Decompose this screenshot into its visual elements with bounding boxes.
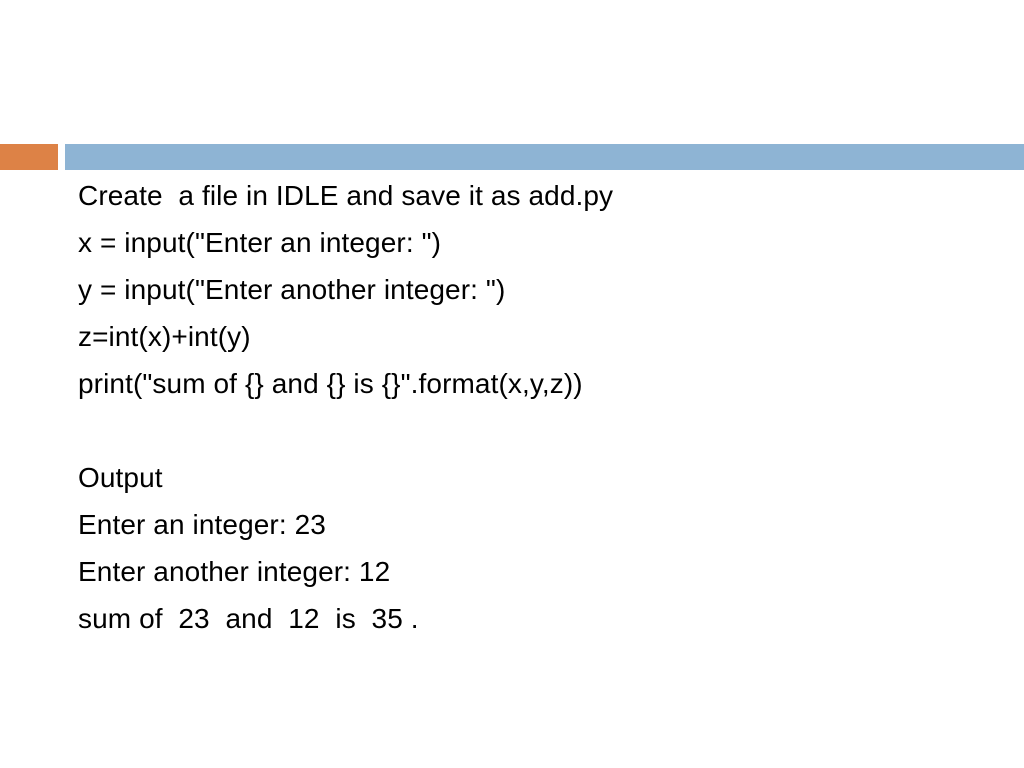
text-line-code-z: z=int(x)+int(y) — [78, 321, 251, 352]
text-line-instruction: Create a file in IDLE and save it as add… — [78, 180, 614, 211]
text-line-output-result: sum of 23 and 12 is 35 . — [78, 603, 419, 634]
text-line-code-x: x = input("Enter an integer: ") — [78, 227, 442, 258]
accent-block-blue — [65, 144, 1024, 170]
text-line-code-print: print("sum of {} and {} is {}".format(x,… — [78, 368, 583, 399]
header-accent-bar — [0, 144, 1024, 170]
text-line-spacer — [78, 407, 978, 454]
text-line-output-prompt-1: Enter an integer: 23 — [78, 509, 326, 540]
text-line-output-prompt-2: Enter another integer: 12 — [78, 556, 391, 587]
slide-canvas: Create a file in IDLE and save it as add… — [0, 0, 1024, 768]
accent-block-orange — [0, 144, 58, 170]
text-line-output-heading: Output — [78, 462, 163, 493]
text-line-code-y: y = input("Enter another integer: ") — [78, 274, 506, 305]
slide-body: Create a file in IDLE and save it as add… — [78, 172, 978, 642]
